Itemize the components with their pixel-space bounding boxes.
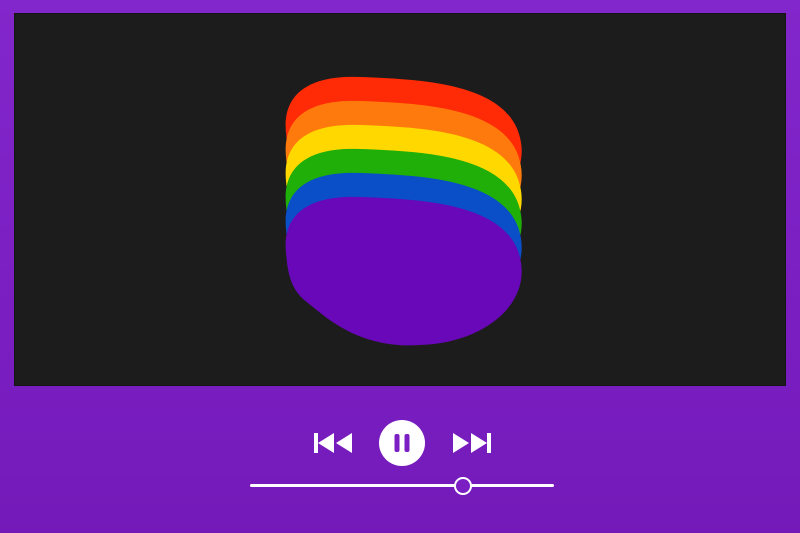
rainbow-layer-purple [285,196,522,346]
skip-previous-icon [314,433,352,453]
pause-button[interactable] [378,419,426,467]
rainbow-blob-art [285,76,522,346]
progress-slider[interactable] [250,476,554,496]
progress-handle[interactable] [453,477,472,495]
music-player [0,0,800,533]
next-button[interactable] [452,430,492,456]
progress-track [250,484,554,487]
previous-button[interactable] [313,430,353,456]
pause-icon [379,420,425,466]
album-artwork [14,13,786,386]
skip-next-icon [453,433,491,453]
